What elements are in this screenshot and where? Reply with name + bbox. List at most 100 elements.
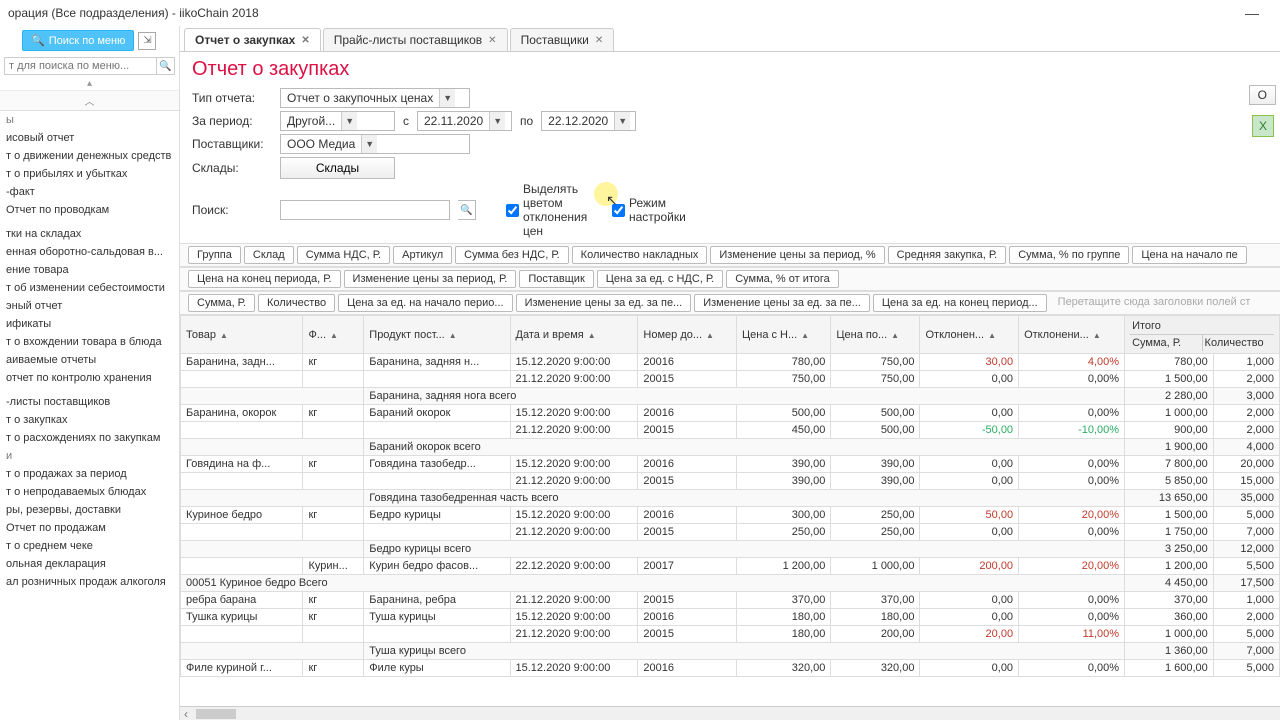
column-chip[interactable]: Сумма, % по группе — [1009, 246, 1129, 264]
table-row[interactable]: Баранина, окороккгБараний окорок15.12.20… — [181, 405, 1280, 422]
table-row[interactable]: 00051 Куриное бедро Всего4 450,0017,500 — [181, 575, 1280, 592]
data-grid[interactable]: Товар▲Ф...▲Продукт пост...▲Дата и время▲… — [180, 315, 1280, 706]
date-to-input[interactable]: 22.12.2020▼ — [541, 111, 636, 131]
sidebar-item[interactable]: Отчет по продажам — [0, 519, 179, 537]
report-type-select[interactable]: Отчет о закупочных ценах▼ — [280, 88, 470, 108]
table-row[interactable]: Говядина на ф...кгГовядина тазобедр...15… — [181, 456, 1280, 473]
sidebar-item[interactable]: тки на складах — [0, 225, 179, 243]
column-header[interactable]: Цена по...▲ — [831, 316, 920, 354]
column-chip[interactable]: Артикул — [393, 246, 452, 264]
pin-icon[interactable]: ⇲ — [138, 32, 156, 50]
tab[interactable]: Отчет о закупках✕ — [184, 28, 321, 51]
column-chip[interactable]: Сумма, % от итога — [726, 270, 839, 288]
column-header[interactable]: Отклонени...▲ — [1019, 316, 1125, 354]
close-icon[interactable]: ✕ — [595, 35, 603, 46]
column-chip[interactable]: Изменение цены за ед. за пе... — [694, 294, 870, 312]
period-select[interactable]: Другой...▼ — [280, 111, 395, 131]
sidebar-item[interactable]: исовый отчет — [0, 129, 179, 147]
column-chip[interactable]: Сумма без НДС, Р. — [455, 246, 569, 264]
date-from-input[interactable]: 22.11.2020▼ — [417, 111, 512, 131]
menu-search-button[interactable]: 🔍 Поиск по меню — [22, 30, 134, 51]
sidebar-item[interactable]: т о закупках — [0, 411, 179, 429]
sidebar-item[interactable]: эный отчет — [0, 297, 179, 315]
sidebar-item[interactable]: ры, резервы, доставки — [0, 501, 179, 519]
column-chip[interactable]: Сумма, Р. — [188, 294, 255, 312]
suppliers-select[interactable]: ООО Медиа▼ — [280, 134, 470, 154]
table-row[interactable]: 21.12.2020 9:00:0020015390,00390,000,000… — [181, 473, 1280, 490]
sidebar-item[interactable]: т о непродаваемых блюдах — [0, 483, 179, 501]
table-row[interactable]: Тушка курицыкгТуша курицы15.12.2020 9:00… — [181, 609, 1280, 626]
table-row[interactable]: Филе куриной г...кгФиле куры15.12.2020 9… — [181, 660, 1280, 677]
highlight-deviations-checkbox[interactable]: Выделять цветом отклонения цен — [506, 182, 586, 238]
sidebar-item[interactable]: т о движении денежных средств — [0, 147, 179, 165]
sidebar-item[interactable]: т о расхождениях по закупкам — [0, 429, 179, 447]
sidebar-item[interactable]: ольная декларация — [0, 555, 179, 573]
sidebar-item[interactable]: Отчет по проводкам — [0, 201, 179, 219]
column-chip[interactable]: Поставщик — [519, 270, 593, 288]
tab[interactable]: Прайс-листы поставщиков✕ — [323, 28, 508, 51]
sidebar-item[interactable]: т об изменении себестоимости — [0, 279, 179, 297]
sidebar-filter-input[interactable] — [4, 57, 157, 75]
table-row[interactable]: 21.12.2020 9:00:0020015450,00500,00-50,0… — [181, 422, 1280, 439]
settings-mode-checkbox[interactable]: Режим настройки — [612, 196, 692, 224]
column-header[interactable]: Товар▲ — [181, 316, 303, 354]
column-chip[interactable]: Сумма НДС, Р. — [297, 246, 390, 264]
sidebar-item[interactable]: т о продажах за период — [0, 465, 179, 483]
close-icon[interactable]: ✕ — [301, 35, 309, 46]
column-header[interactable]: Дата и время▲ — [510, 316, 638, 354]
sidebar-item[interactable]: ификаты — [0, 315, 179, 333]
column-chip[interactable]: Цена за ед. на начало перио... — [338, 294, 513, 312]
column-chip[interactable]: Цена за ед. на конец период... — [873, 294, 1047, 312]
column-chip[interactable]: Средняя закупка, Р. — [888, 246, 1007, 264]
column-chip[interactable]: Цена на конец периода, Р. — [188, 270, 341, 288]
sidebar-item[interactable]: т о вхождении товара в блюда — [0, 333, 179, 351]
sidebar-item[interactable]: т о прибылях и убытках — [0, 165, 179, 183]
sidebar-item[interactable]: -факт — [0, 183, 179, 201]
column-chip[interactable]: Изменение цены за период, Р. — [344, 270, 517, 288]
table-row[interactable]: 21.12.2020 9:00:0020015180,00200,0020,00… — [181, 626, 1280, 643]
column-header[interactable]: Цена с Н...▲ — [737, 316, 831, 354]
sidebar-item[interactable]: енная оборотно-сальдовая в... — [0, 243, 179, 261]
column-header[interactable]: Номер до...▲ — [638, 316, 737, 354]
column-header[interactable]: Отклонен...▲ — [920, 316, 1019, 354]
table-row[interactable]: 21.12.2020 9:00:0020015250,00250,000,000… — [181, 524, 1280, 541]
stores-button[interactable]: Склады — [280, 157, 395, 179]
checkbox-icon[interactable] — [612, 204, 625, 217]
table-row[interactable]: Баранина, задн...кгБаранина, задняя н...… — [181, 354, 1280, 371]
sidebar-filter-go[interactable]: 🔍 — [157, 57, 175, 75]
column-chip[interactable]: Изменение цены за период, % — [710, 246, 884, 264]
sidebar-item[interactable]: отчет по контролю хранения — [0, 369, 179, 387]
table-row[interactable]: Говядина тазобедренная часть всего13 650… — [181, 490, 1280, 507]
table-row[interactable]: Куриное бедрокгБедро курицы15.12.2020 9:… — [181, 507, 1280, 524]
checkbox-icon[interactable] — [506, 204, 519, 217]
sidebar-item[interactable]: ал розничных продаж алкоголя — [0, 573, 179, 591]
column-header[interactable]: Ф...▲ — [303, 316, 364, 354]
tab[interactable]: Поставщики✕ — [510, 28, 615, 51]
sidebar-item[interactable]: т о среднем чеке — [0, 537, 179, 555]
column-header[interactable]: Продукт пост...▲ — [364, 316, 510, 354]
sidebar-collapse-up[interactable]: ▴ — [0, 77, 179, 91]
close-icon[interactable]: ✕ — [488, 35, 496, 46]
column-chip[interactable]: Группа — [188, 246, 241, 264]
minimize-button[interactable]: — — [1232, 5, 1272, 21]
sidebar-scroll-up[interactable]: ︿ — [0, 91, 179, 111]
column-chip[interactable]: Цена на начало пе — [1132, 246, 1246, 264]
table-row[interactable]: ребра баранакгБаранина, ребра21.12.2020 … — [181, 592, 1280, 609]
table-row[interactable]: Бедро курицы всего3 250,0012,000 — [181, 541, 1280, 558]
sidebar-item[interactable]: ение товара — [0, 261, 179, 279]
table-row[interactable]: 21.12.2020 9:00:0020015750,00750,000,000… — [181, 371, 1280, 388]
column-chip[interactable]: Цена за ед. с НДС, Р. — [597, 270, 723, 288]
column-chip[interactable]: Количество накладных — [572, 246, 708, 264]
search-input[interactable] — [280, 200, 450, 220]
column-chip[interactable]: Склад — [244, 246, 294, 264]
horizontal-scrollbar[interactable]: ‹ — [180, 706, 1280, 720]
table-row[interactable]: Курин...Курин бедро фасов...22.12.2020 9… — [181, 558, 1280, 575]
sidebar-item[interactable]: -листы поставщиков — [0, 393, 179, 411]
column-chip[interactable]: Количество — [258, 294, 335, 312]
table-row[interactable]: Баранина, задняя нога всего2 280,003,000 — [181, 388, 1280, 405]
sidebar-item[interactable]: аиваемые отчеты — [0, 351, 179, 369]
table-row[interactable]: Бараний окорок всего1 900,004,000 — [181, 439, 1280, 456]
column-chip[interactable]: Изменение цены за ед. за пе... — [516, 294, 692, 312]
table-row[interactable]: Туша курицы всего1 360,007,000 — [181, 643, 1280, 660]
search-go-button[interactable]: 🔍 — [458, 200, 476, 220]
